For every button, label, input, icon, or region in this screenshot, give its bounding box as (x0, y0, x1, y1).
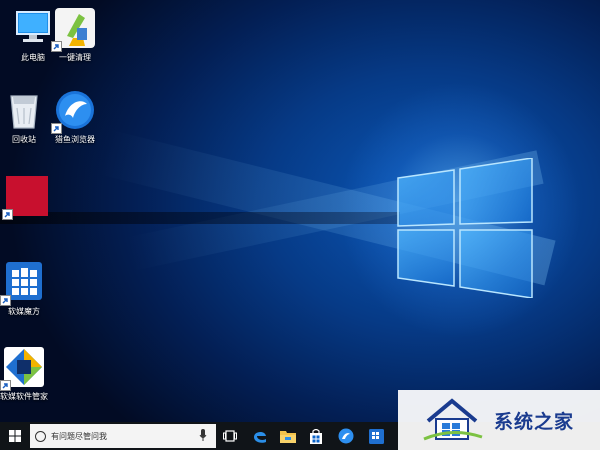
store-button[interactable] (302, 424, 330, 448)
windows-logo-wallpaper (397, 158, 533, 298)
shortcut-arrow-icon (51, 41, 62, 52)
search-input[interactable]: 有问题尽管问我 (30, 424, 216, 448)
shortcut-arrow-icon (51, 123, 62, 134)
windows-start-icon (9, 430, 21, 442)
desktop-icon-red-tile[interactable] (0, 174, 60, 221)
store-icon (310, 428, 322, 444)
shortcut-arrow-icon (0, 380, 11, 391)
ruanmei-cube-icon (0, 260, 46, 306)
edge-button[interactable] (246, 424, 274, 448)
cube-taskbar-icon (368, 428, 384, 444)
shortcut-arrow-icon (0, 295, 11, 306)
desktop-icon-ruanmei-cube[interactable]: 软媒魔方 (0, 260, 57, 317)
desktop: 此电脑 一键清理 回收站 猎鱼浏览器 软媒魔方 软媒软件管家 (0, 0, 600, 422)
desktop-icon-software-manager[interactable]: 软媒软件管家 (0, 345, 57, 402)
browser-icon (51, 88, 97, 134)
site-watermark: 系统之家 (398, 390, 600, 450)
red-tile-icon (2, 174, 50, 220)
shadow-band (0, 212, 400, 224)
start-button[interactable] (0, 422, 30, 450)
shortcut-arrow-icon (2, 209, 13, 220)
microphone-icon[interactable] (198, 429, 208, 443)
file-explorer-button[interactable] (274, 424, 302, 448)
browser-taskbar-button[interactable] (332, 424, 360, 448)
browser-taskbar-icon (338, 428, 354, 444)
task-view-icon (223, 430, 237, 442)
site-logo-icon (422, 397, 484, 443)
recycle-bin-icon (2, 88, 46, 132)
search-placeholder: 有问题尽管问我 (51, 431, 107, 441)
desktop-icon-browser[interactable]: 猎鱼浏览器 (42, 88, 108, 145)
edge-icon (254, 431, 266, 443)
software-manager-icon (0, 345, 46, 391)
watermark-text: 系统之家 (494, 410, 575, 433)
file-explorer-icon (280, 431, 296, 443)
one-click-clean-icon (51, 6, 97, 52)
search-icon (35, 430, 46, 442)
cube-taskbar-button[interactable] (362, 424, 390, 448)
desktop-icon-one-click-clean[interactable]: 一键清理 (42, 6, 108, 63)
task-view-button[interactable] (216, 424, 244, 448)
